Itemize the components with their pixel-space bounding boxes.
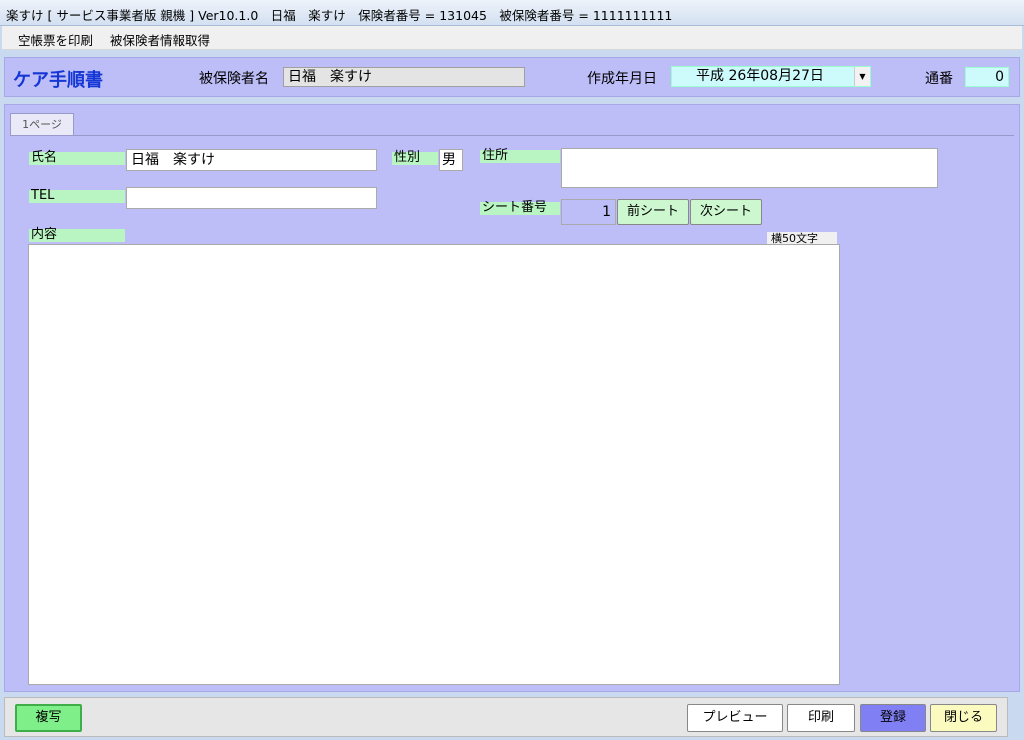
tab-divider [10, 135, 1014, 136]
serial-label: 通番 [925, 71, 953, 87]
insured-name-label: 被保険者名 [199, 71, 269, 87]
register-button[interactable]: 登録 [860, 704, 926, 732]
page-title: ケア手順書 [13, 70, 103, 91]
insured-name-field: 日福 楽すけ [283, 67, 525, 87]
content-textarea[interactable] [28, 244, 840, 685]
bottom-toolbar: 複写 プレビュー 印刷 登録 閉じる [4, 697, 1008, 737]
tel-field[interactable] [126, 187, 377, 209]
address-field[interactable] [561, 148, 938, 188]
gender-field[interactable]: 男 [439, 149, 463, 171]
name-label: 氏名 [29, 151, 125, 165]
print-button[interactable]: 印刷 [787, 704, 855, 732]
window-title: 楽すけ [ サービス事業者版 親機 ] Ver10.1.0 日福 楽すけ 保険者… [6, 8, 673, 23]
prev-sheet-button[interactable]: 前シート [617, 199, 689, 225]
created-date-select[interactable]: 平成 26年08月27日 ▼ [671, 66, 871, 87]
preview-button[interactable]: プレビュー [687, 704, 783, 732]
created-date-value: 平成 26年08月27日 [696, 68, 824, 84]
window-titlebar: 楽すけ [ サービス事業者版 親機 ] Ver10.1.0 日福 楽すけ 保険者… [0, 0, 1024, 26]
close-button[interactable]: 閉じる [930, 704, 997, 732]
main-panel: 1ページ 氏名 日福 楽すけ 性別 男 住所 TEL シート番号 1 前シート … [4, 104, 1020, 692]
chevron-down-icon[interactable]: ▼ [854, 67, 870, 86]
tel-label: TEL [29, 189, 125, 203]
serial-field[interactable]: 0 [965, 67, 1009, 87]
address-label: 住所 [480, 149, 560, 163]
created-date-label: 作成年月日 [587, 71, 657, 87]
next-sheet-button[interactable]: 次シート [690, 199, 762, 225]
gender-label: 性別 [392, 151, 438, 165]
sheet-number-label: シート番号 [480, 201, 560, 215]
content-label: 内容 [29, 228, 125, 242]
menu-bar: 空帳票を印刷 被保険者情報取得 [2, 26, 1022, 50]
copy-button[interactable]: 複写 [15, 704, 82, 732]
header-panel: ケア手順書 被保険者名 日福 楽すけ 作成年月日 平成 26年08月27日 ▼ … [4, 57, 1020, 97]
sheet-number-field[interactable]: 1 [561, 199, 616, 225]
name-field[interactable]: 日福 楽すけ [126, 149, 377, 171]
menu-get-insured-info[interactable]: 被保険者情報取得 [110, 30, 210, 49]
menu-print-blank[interactable]: 空帳票を印刷 [18, 30, 93, 49]
tab-page-1[interactable]: 1ページ [10, 113, 74, 135]
